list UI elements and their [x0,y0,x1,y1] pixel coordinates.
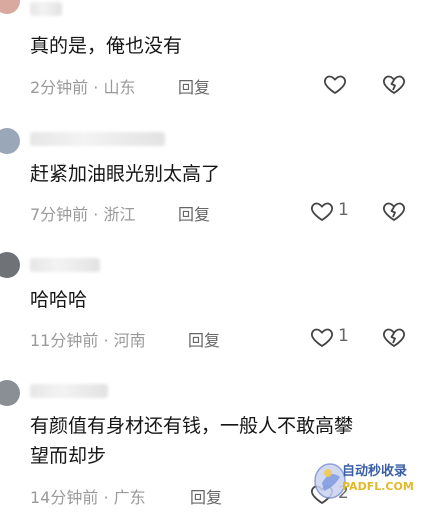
watermark-title: 自动秒收录 [342,464,408,479]
reply-button[interactable]: 回复 [190,484,222,508]
like-heart-icon[interactable] [310,199,334,223]
username-blurred[interactable] [30,2,62,16]
avatar[interactable] [0,252,20,278]
comment-text: 赶紧加油眼光别太高了 [30,163,221,185]
dislike-broken-heart-icon[interactable] [382,72,406,96]
username-blurred[interactable] [30,258,100,272]
comment-meta: 14分钟前 · 广东 [30,488,146,507]
like-count: 1 [338,326,349,346]
comment-text: 真的是，俺也没有 [30,35,183,57]
like-heart-icon[interactable] [323,72,347,96]
comment-text: 哈哈哈 [30,289,88,311]
comment-text-line1: 有颜值有身材还有钱，一般人不敢高攀 [30,415,354,437]
comment-text-line2: 望而却步 [30,445,107,467]
reply-button[interactable]: 回复 [178,74,210,98]
comment-meta: 7分钟前 · 浙江 [30,205,136,224]
watermark-url: PADFL.COM [342,480,414,493]
like-count: 1 [338,200,349,220]
username-blurred[interactable] [30,132,165,146]
avatar[interactable] [0,128,20,154]
like-heart-icon[interactable] [310,325,334,349]
reply-button[interactable]: 回复 [188,327,220,351]
dislike-broken-heart-icon[interactable] [382,199,406,223]
dislike-broken-heart-icon[interactable] [382,325,406,349]
comment-meta: 11分钟前 · 河南 [30,331,146,350]
username-blurred[interactable] [30,384,108,398]
comment-meta: 2分钟前 · 山东 [30,78,136,97]
avatar[interactable] [0,380,20,406]
reply-button[interactable]: 回复 [178,201,210,225]
avatar[interactable] [0,0,20,14]
